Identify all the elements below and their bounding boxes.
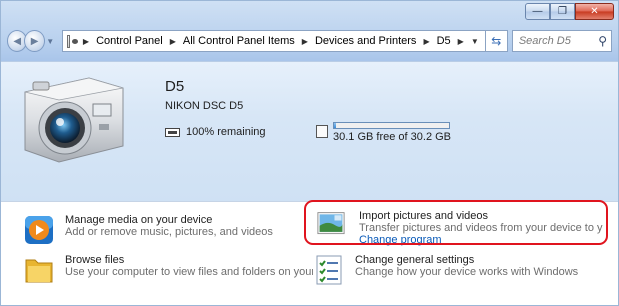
device-model: NIKON DSC D5 — [165, 100, 244, 112]
task-change-settings[interactable]: Change general settings Change how your … — [313, 254, 578, 286]
storage-text: 30.1 GB free of 30.2 GB — [333, 131, 452, 143]
task-title[interactable]: Change general settings — [355, 254, 578, 266]
battery-text: 100% remaining — [186, 126, 266, 138]
search-input[interactable] — [518, 35, 599, 47]
breadcrumb-devices-printers[interactable]: Devices and Printers — [315, 35, 417, 47]
refresh-icon: ⇆ — [491, 34, 502, 48]
device-details-pane: D5 NIKON DSC D5 100% remaining 30.1 GB f… — [1, 61, 618, 201]
task-description: Use your computer to view files and fold… — [65, 266, 313, 278]
breadcrumb-control-panel[interactable]: Control Panel — [96, 35, 163, 47]
settings-checklist-icon — [316, 255, 342, 285]
battery-status: 100% remaining — [165, 126, 266, 138]
task-browse-files[interactable]: Browse files Use your computer to view f… — [23, 254, 313, 286]
address-bar[interactable]: ▶ Control Panel ▶ All Control Panel Item… — [61, 30, 486, 52]
chevron-right-icon[interactable]: ▶ — [302, 37, 308, 46]
task-description: Add or remove music, pictures, and video… — [65, 226, 273, 238]
recent-pages-dropdown[interactable]: ▼ — [45, 37, 56, 46]
chevron-right-icon[interactable]: ▶ — [83, 37, 89, 46]
refresh-button[interactable]: ⇆ — [485, 30, 508, 52]
devices-window: — ❐ ✕ ◀ ▶ ▼ ▶ Control Panel ▶ All Contro… — [0, 0, 619, 306]
navigation-bar: ◀ ▶ ▼ ▶ Control Panel ▶ All Control Pane… — [7, 27, 612, 55]
task-title[interactable]: Manage media on your device — [65, 214, 273, 226]
task-description: Change how your device works with Window… — [355, 266, 579, 278]
maximize-button[interactable]: ❐ — [550, 3, 575, 20]
memory-card-icon — [316, 125, 328, 138]
camera-small-icon — [66, 34, 79, 48]
folder-icon — [25, 259, 53, 283]
chevron-right-icon[interactable]: ▶ — [458, 37, 464, 46]
breadcrumb-d5[interactable]: D5 — [437, 35, 451, 47]
search-box[interactable]: ⚲ — [511, 30, 612, 52]
forward-button[interactable]: ▶ — [24, 30, 45, 52]
chevron-right-icon[interactable]: ▶ — [423, 37, 429, 46]
forward-arrow-icon: ▶ — [30, 35, 39, 47]
battery-icon — [165, 127, 180, 137]
highlight-outline — [304, 200, 608, 245]
breadcrumb-all-items[interactable]: All Control Panel Items — [183, 35, 295, 47]
storage-progress-fill — [334, 123, 337, 128]
back-arrow-icon: ◀ — [13, 35, 22, 47]
task-manage-media[interactable]: Manage media on your device Add or remov… — [23, 214, 273, 246]
task-title[interactable]: Browse files — [65, 254, 313, 266]
chevron-right-icon[interactable]: ▶ — [170, 37, 176, 46]
minimize-button[interactable]: — — [525, 3, 550, 20]
close-button[interactable]: ✕ — [575, 3, 614, 20]
chevron-down-icon[interactable]: ▼ — [471, 37, 479, 46]
camera-icon — [24, 77, 124, 163]
storage-status: 30.1 GB free of 30.2 GB — [316, 122, 451, 143]
search-icon[interactable]: ⚲ — [598, 34, 607, 48]
device-tasks: Manage media on your device Add or remov… — [1, 200, 618, 305]
device-name: D5 — [165, 78, 185, 95]
caption-buttons: — ❐ ✕ — [525, 3, 614, 20]
storage-progress-bar — [333, 122, 450, 129]
media-player-icon — [25, 216, 53, 244]
